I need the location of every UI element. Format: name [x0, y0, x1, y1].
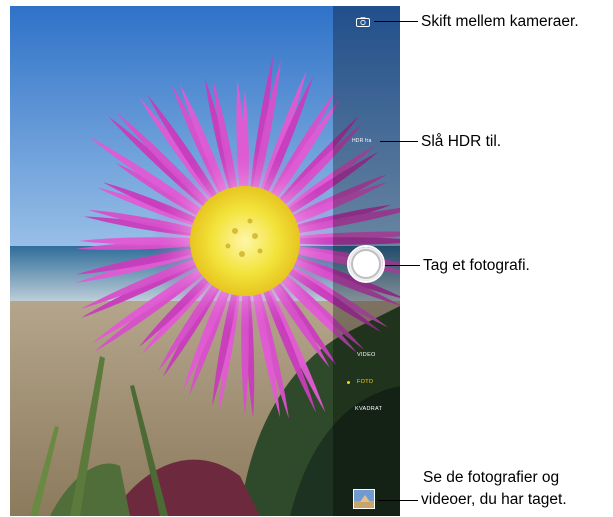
camera-switch-icon[interactable] [356, 14, 370, 27]
mode-square[interactable]: KVADRAT [355, 406, 382, 412]
callout-library-line2: videoer, du har taget. [421, 491, 567, 508]
active-mode-dot [347, 381, 350, 384]
callout-hdr: Slå HDR til. [421, 133, 502, 150]
callout-switch-camera: Skift mellem kameraer. [421, 13, 579, 30]
shutter-button[interactable] [351, 249, 381, 279]
callout-library-line1: Se de fotografier og [423, 469, 560, 486]
photo-library-thumbnail[interactable] [353, 489, 375, 509]
callout-line-switch [374, 21, 418, 22]
hdr-toggle[interactable]: HDR fra [352, 138, 371, 144]
callout-shutter: Tag et fotografi. [423, 257, 530, 274]
callout-line-hdr [380, 141, 418, 142]
mode-photo[interactable]: FOTO [357, 379, 373, 385]
callout-line-library [378, 500, 418, 501]
mode-video[interactable]: VIDEO [357, 352, 376, 358]
callout-line-shutter [385, 265, 420, 266]
